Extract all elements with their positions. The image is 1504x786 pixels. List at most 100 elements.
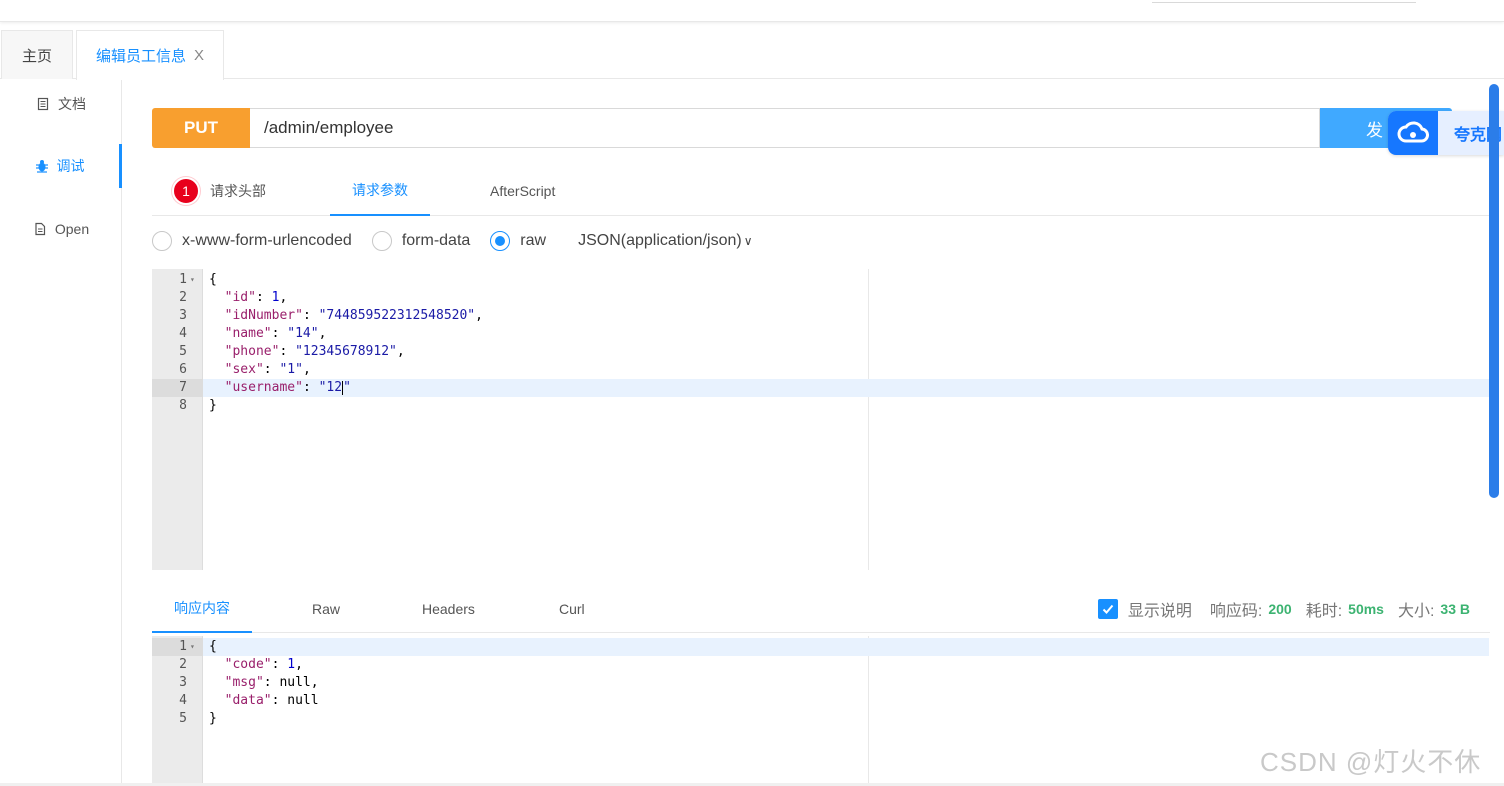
line-number: 2 bbox=[179, 657, 187, 672]
code-text: "id": 1, bbox=[209, 289, 288, 307]
colon: : bbox=[302, 380, 319, 395]
search-underline bbox=[1152, 2, 1416, 3]
sidebar-item-open[interactable]: Open bbox=[0, 207, 122, 251]
show-description-checkbox[interactable] bbox=[1097, 598, 1118, 619]
tab-request-headers[interactable]: 1 请求头部 bbox=[172, 166, 266, 216]
brace: } bbox=[209, 398, 217, 413]
quark-floating-widget[interactable]: 夸克网 bbox=[1388, 111, 1504, 155]
tab-response-curl-label: Curl bbox=[559, 600, 585, 617]
sidebar-item-debug[interactable]: 调试 bbox=[0, 144, 122, 188]
tab-after-script-label: AfterScript bbox=[490, 183, 556, 199]
fold-toggle-icon[interactable]: ▾ bbox=[190, 638, 195, 656]
file-icon bbox=[35, 222, 45, 236]
code-text: { bbox=[209, 638, 217, 656]
vertical-scrollbar[interactable] bbox=[1489, 84, 1499, 498]
tab-response-raw[interactable]: Raw bbox=[312, 584, 340, 633]
code-line: 2 "code": 1, bbox=[152, 656, 1489, 674]
code-line: 4 "data": null bbox=[152, 692, 1489, 710]
top-bar bbox=[0, 0, 1504, 22]
tab-home[interactable]: 主页 bbox=[1, 30, 73, 79]
tab-response-content[interactable]: 响应内容 bbox=[152, 584, 252, 633]
headers-count-badge: 1 bbox=[172, 177, 200, 205]
url-input[interactable]: /admin/employee bbox=[250, 108, 1320, 148]
line-number: 1 bbox=[179, 272, 187, 287]
check-icon bbox=[1102, 604, 1114, 614]
colon: : bbox=[255, 290, 272, 305]
body-type-formdata[interactable]: form-data bbox=[371, 231, 471, 251]
line-number: 8 bbox=[179, 398, 187, 413]
sidebar-item-docs[interactable]: 文档 bbox=[0, 82, 122, 126]
body-type-urlencoded[interactable]: x-www-form-urlencoded bbox=[152, 231, 352, 251]
colon: : bbox=[279, 344, 296, 359]
line-number: 4 bbox=[179, 693, 187, 708]
code-text: } bbox=[209, 710, 217, 728]
code-text: "sex": "1", bbox=[209, 361, 311, 379]
tab-edit-employee[interactable]: 编辑员工信息 X bbox=[76, 30, 224, 80]
json-value: "1" bbox=[279, 362, 303, 377]
request-url-bar: PUT /admin/employee 发 bbox=[152, 108, 1452, 148]
code-line: 8} bbox=[152, 397, 1489, 415]
body-type-selector: x-www-form-urlencoded form-data raw JSON… bbox=[152, 228, 773, 254]
brace: } bbox=[209, 711, 217, 726]
code-line: 7 "username": "12" bbox=[152, 379, 1489, 397]
tab-response-headers-label: Headers bbox=[422, 600, 475, 617]
json-value: "12345678912" bbox=[295, 344, 397, 359]
tab-response-curl[interactable]: Curl bbox=[559, 584, 585, 633]
fold-toggle-icon[interactable]: ▾ bbox=[190, 271, 195, 289]
code-line: 3 "msg": null, bbox=[152, 674, 1489, 692]
colon: : bbox=[271, 693, 288, 708]
http-method-select[interactable]: PUT bbox=[152, 108, 250, 148]
code-text: "data": null bbox=[209, 692, 319, 710]
code-line: 4 "name": "14", bbox=[152, 325, 1489, 343]
response-time-value: 50ms bbox=[1348, 600, 1384, 617]
text-cursor bbox=[342, 380, 344, 395]
comma: , bbox=[302, 362, 311, 377]
json-value: 1 bbox=[287, 657, 296, 672]
json-value: "12" bbox=[318, 380, 351, 395]
line-number: 5 bbox=[179, 344, 187, 359]
close-icon[interactable]: X bbox=[194, 47, 204, 64]
json-key: "name" bbox=[224, 326, 272, 341]
colon: : bbox=[302, 308, 319, 323]
brace: { bbox=[209, 639, 217, 654]
code-line: 3 "idNumber": "744859522312548520", bbox=[152, 307, 1489, 325]
radio-raw[interactable] bbox=[490, 231, 511, 251]
sidebar-item-label: 调试 bbox=[56, 158, 85, 174]
response-size-value: 33 B bbox=[1440, 600, 1470, 617]
code-line: 2 "id": 1, bbox=[152, 289, 1489, 307]
body-type-raw[interactable]: raw bbox=[490, 231, 546, 251]
tab-request-params[interactable]: 请求参数 bbox=[330, 166, 430, 216]
body-type-label: form-data bbox=[401, 232, 471, 249]
tab-after-script[interactable]: AfterScript bbox=[490, 166, 555, 216]
code-line: 5} bbox=[152, 710, 1489, 728]
sidebar-item-label: Open bbox=[54, 221, 90, 237]
json-value: "14" bbox=[287, 326, 319, 341]
code-text: "phone": "12345678912", bbox=[209, 343, 405, 361]
code-line: 5 "phone": "12345678912", bbox=[152, 343, 1489, 361]
code-line: 1 ▾ { bbox=[152, 638, 1489, 656]
comma: , bbox=[279, 290, 288, 305]
tab-response-headers[interactable]: Headers bbox=[422, 584, 475, 633]
radio-urlencoded[interactable] bbox=[152, 231, 172, 251]
json-key: "phone" bbox=[224, 344, 280, 359]
body-type-label: x-www-form-urlencoded bbox=[182, 232, 352, 249]
sidebar: 文档 调试 Open bbox=[0, 80, 122, 786]
json-key: "code" bbox=[224, 657, 272, 672]
line-number: 3 bbox=[179, 308, 187, 323]
tab-response-content-label: 响应内容 bbox=[174, 599, 230, 616]
content-type-dropdown[interactable]: JSON(application/json) ∨ bbox=[578, 232, 752, 250]
response-size-label: 大小: bbox=[1397, 602, 1435, 620]
json-key: "username" bbox=[224, 380, 303, 395]
cloud-icon bbox=[1388, 111, 1438, 155]
code-text: } bbox=[209, 397, 217, 415]
request-body-editor[interactable]: 1 ▾{2 "id": 1, 3 "idNumber": "744859522312… bbox=[152, 269, 1489, 570]
comma: , bbox=[318, 326, 327, 341]
radio-formdata[interactable] bbox=[371, 231, 392, 251]
code-text: "name": "14", bbox=[209, 325, 327, 343]
line-number: 2 bbox=[179, 290, 187, 305]
